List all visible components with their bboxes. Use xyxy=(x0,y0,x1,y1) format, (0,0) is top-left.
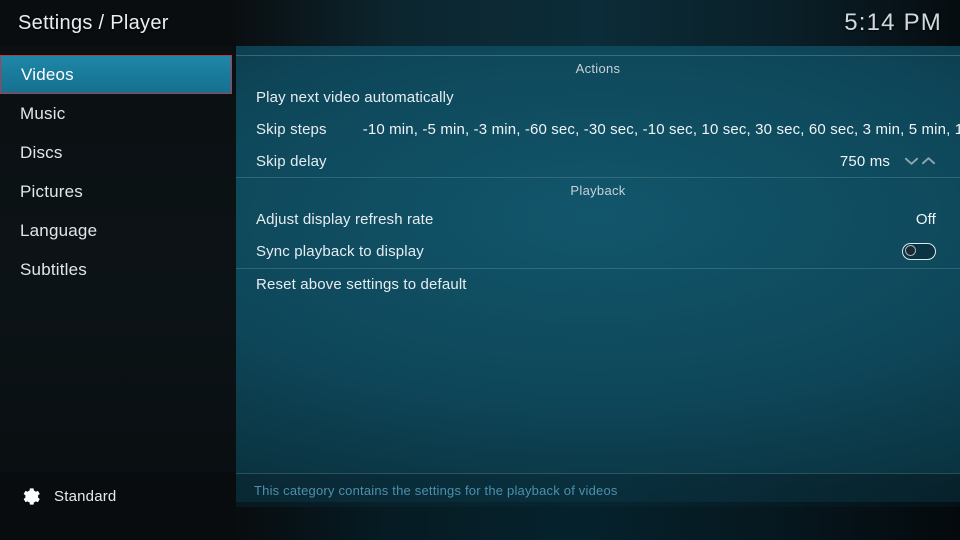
setting-label: Adjust display refresh rate xyxy=(256,210,434,228)
sync-playback-toggle[interactable] xyxy=(902,242,936,260)
section-title: Actions xyxy=(575,61,621,76)
spinner-control[interactable] xyxy=(904,155,936,167)
description-bar: This category contains the settings for … xyxy=(236,473,960,507)
sidebar-item-label: Music xyxy=(20,103,66,123)
setting-row-sync-playback-to-display[interactable]: Sync playback to display xyxy=(236,235,960,267)
setting-row-reset-to-default[interactable]: Reset above settings to default xyxy=(236,268,960,300)
setting-label: Play next video automatically xyxy=(256,88,454,106)
setting-value: 750 ms xyxy=(839,152,890,170)
window-header: Settings / Player 5:14 PM xyxy=(0,0,960,46)
sidebar-item-label: Discs xyxy=(20,142,63,162)
chevron-up-icon[interactable] xyxy=(921,155,936,167)
chevron-down-icon[interactable] xyxy=(904,155,919,167)
sidebar-item-label: Videos xyxy=(21,64,74,84)
sidebar-item-label: Subtitles xyxy=(20,259,88,279)
setting-label: Reset above settings to default xyxy=(256,276,467,293)
description-text: This category contains the settings for … xyxy=(254,483,618,498)
sidebar-item-discs[interactable]: Discs xyxy=(0,133,236,172)
sidebar-item-videos[interactable]: Videos xyxy=(0,55,232,94)
section-header-actions: Actions xyxy=(236,55,960,81)
setting-row-skip-delay[interactable]: Skip delay 750 ms xyxy=(236,145,960,177)
sidebar-item-label: Pictures xyxy=(20,181,84,201)
setting-value: Off xyxy=(915,210,936,228)
settings-level-label: Standard xyxy=(54,487,117,505)
gear-icon xyxy=(20,486,41,507)
setting-label: Skip delay xyxy=(256,152,327,170)
sidebar-item-label: Language xyxy=(20,220,98,240)
setting-row-skip-steps[interactable]: Skip steps -10 min, -5 min, -3 min, -60 … xyxy=(236,113,960,145)
page-title: Settings / Player xyxy=(18,11,169,34)
settings-category-sidebar: Videos Music Discs Pictures Language Sub… xyxy=(0,55,236,455)
toggle-knob xyxy=(905,245,916,256)
sidebar-item-pictures[interactable]: Pictures xyxy=(0,172,236,211)
settings-content-panel: Actions Play next video automatically Sk… xyxy=(236,55,960,473)
sidebar-item-music[interactable]: Music xyxy=(0,94,236,133)
sidebar-item-language[interactable]: Language xyxy=(0,211,236,250)
setting-row-play-next-video[interactable]: Play next video automatically xyxy=(236,81,960,113)
clock: 5:14 PM xyxy=(844,9,942,36)
section-header-playback: Playback xyxy=(236,177,960,203)
setting-label: Sync playback to display xyxy=(256,242,424,260)
setting-value: -10 min, -5 min, -3 min, -60 sec, -30 se… xyxy=(362,120,960,138)
kodi-settings-window: Settings / Player 5:14 PM Videos Music D… xyxy=(0,0,960,540)
settings-level-button[interactable]: Standard xyxy=(0,480,236,512)
sidebar-item-subtitles[interactable]: Subtitles xyxy=(0,250,236,289)
section-title: Playback xyxy=(570,183,626,198)
setting-label: Skip steps xyxy=(256,120,327,138)
setting-row-adjust-display-refresh-rate[interactable]: Adjust display refresh rate Off xyxy=(236,203,960,235)
